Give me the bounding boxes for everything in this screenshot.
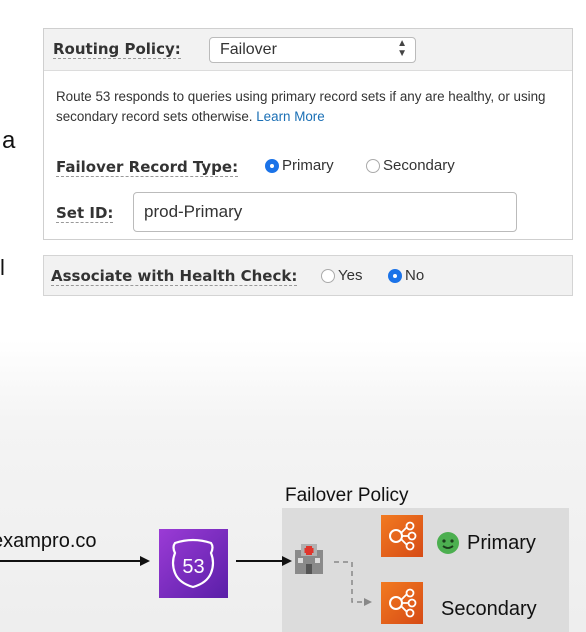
route53-icon: 53 [159,529,228,598]
healthy-face-icon [436,531,460,555]
secondary-load-balancer-icon [381,582,423,624]
secondary-label: Secondary [441,598,537,620]
failover-dashed-arrow-head [364,598,372,606]
domain-arrow-head [140,556,150,566]
failover-dashed-connector [334,561,365,603]
route53-shield-icon: 53 [171,538,215,589]
primary-label: Primary [467,532,536,554]
primary-load-balancer-icon [381,515,423,557]
svg-text:53: 53 [182,556,204,578]
route53-arrow-head [282,556,292,566]
health-check-building-icon [293,542,325,576]
